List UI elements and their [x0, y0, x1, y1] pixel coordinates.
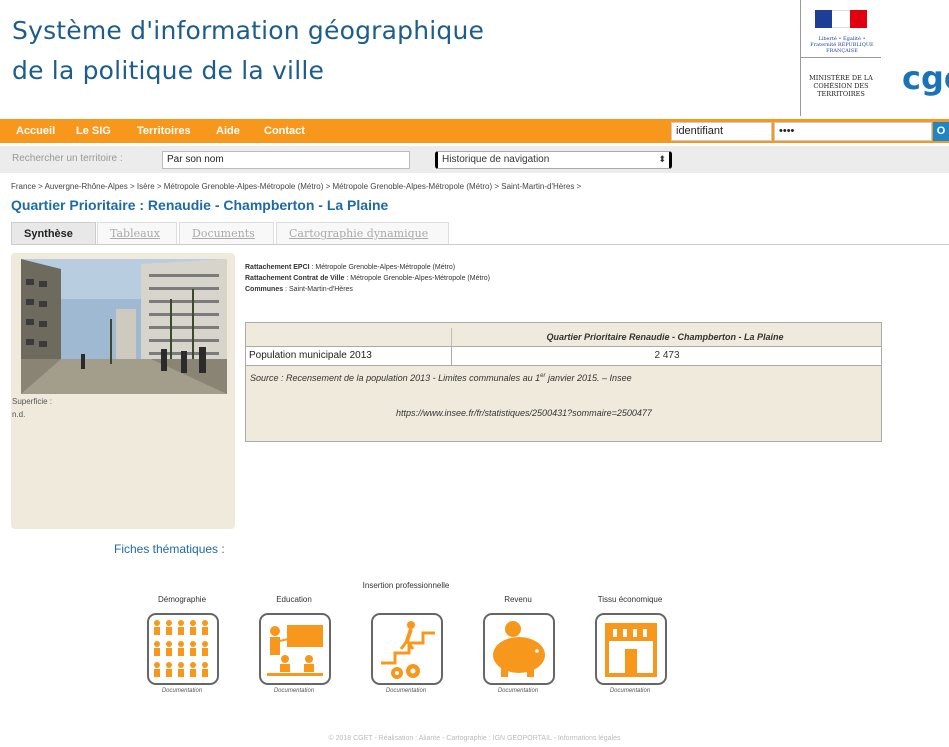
- epci-label: Rattachement EPCI: [245, 264, 310, 271]
- password-field[interactable]: ••••: [774, 122, 932, 141]
- theme-name: Démographie: [157, 595, 207, 604]
- communes-value: : Saint-Martin-d'Hères: [283, 286, 353, 293]
- row-value: 2 473: [451, 347, 882, 365]
- documentation-link[interactable]: Documentation: [585, 688, 675, 694]
- ministere-logo: MINISTÈRE DE LA COHÉSION DES TERRITOIRES: [800, 58, 881, 116]
- nav-le-sig[interactable]: Le SIG: [76, 119, 111, 143]
- tab-synthese[interactable]: Synthèse: [11, 222, 96, 244]
- login-button[interactable]: O: [933, 122, 949, 141]
- row-label: Population municipale 2013: [249, 350, 372, 361]
- territory-search-input[interactable]: Par son nom: [162, 151, 410, 169]
- contrat-info: Rattachement Contrat de Ville : Métropol…: [245, 275, 490, 282]
- table-header: Quartier Prioritaire Renaudie - Champber…: [451, 328, 878, 346]
- population-table: Quartier Prioritaire Renaudie - Champber…: [245, 322, 882, 442]
- table-row: Population municipale 2013 2 473: [246, 346, 881, 366]
- documentation-link[interactable]: Documentation: [473, 688, 563, 694]
- search-bar: Rechercher un territoire : Par son nom H…: [0, 146, 949, 173]
- theme-name: Insertion professionnelle: [362, 581, 450, 590]
- superficie-label: Superficie :: [12, 397, 53, 406]
- tab-cartographie[interactable]: Cartographie dynamique: [276, 222, 449, 244]
- documentation-link[interactable]: Documentation: [249, 688, 339, 694]
- main-navbar: Accueil Le SIG Territoires Aide Contact …: [0, 119, 949, 143]
- source-post: janvier 2015. – Insee: [545, 373, 632, 383]
- site-title-line2: de la politique de la ville: [12, 56, 325, 85]
- page-title: Quartier Prioritaire : Renaudie - Champb…: [11, 197, 389, 213]
- search-label: Rechercher un territoire :: [12, 153, 123, 164]
- contrat-value: : Métropole Grenoble-Alpes-Métropole (Mé…: [344, 275, 490, 282]
- documentation-link[interactable]: Documentation: [361, 688, 451, 694]
- communes-info: Communes : Saint-Martin-d'Hères: [245, 286, 353, 293]
- piggy-bank-icon[interactable]: [483, 613, 555, 685]
- french-flag-icon: [815, 10, 867, 28]
- contrat-label: Rattachement Contrat de Ville: [245, 275, 345, 282]
- nav-territoires[interactable]: Territoires: [137, 119, 191, 143]
- nav-accueil[interactable]: Accueil: [16, 119, 55, 143]
- theme-name: Revenu: [504, 595, 532, 604]
- fiches-title: Fiches thématiques :: [114, 542, 225, 556]
- nav-aide[interactable]: Aide: [216, 119, 240, 143]
- ministere-label: MINISTÈRE DE LA COHÉSION DES TERRITOIRES: [809, 74, 873, 98]
- cget-logo: cge: [902, 59, 949, 97]
- marianne-label: Liberté • Égalité • Fraternité RÉPUBLIQU…: [810, 36, 874, 54]
- quartier-photo: [21, 259, 227, 394]
- theme-name: Tissu économique: [597, 595, 663, 604]
- classroom-icon[interactable]: [259, 613, 331, 685]
- republique-francaise-logo: Liberté • Égalité • Fraternité RÉPUBLIQU…: [800, 0, 881, 58]
- tab-documents[interactable]: Documents: [179, 222, 274, 244]
- nav-contact[interactable]: Contact: [264, 119, 305, 143]
- career-icon[interactable]: [371, 613, 443, 685]
- territory-side-panel: [11, 253, 235, 529]
- source-pre: Source : Recensement de la population 20…: [250, 373, 541, 383]
- table-source: Source : Recensement de la population 20…: [250, 373, 632, 383]
- history-select[interactable]: Historique de navigation ⬍: [435, 151, 672, 169]
- communes-label: Communes: [245, 286, 284, 293]
- breadcrumb[interactable]: France > Auvergne-Rhône-Alpes > Isère > …: [11, 182, 581, 191]
- population-icon[interactable]: [147, 613, 219, 685]
- site-title-line1: Système d'information géographique: [12, 16, 485, 45]
- documentation-link[interactable]: Documentation: [137, 688, 227, 694]
- superficie-value: n.d.: [12, 410, 26, 419]
- tab-bar: Synthèse Tableaux Documents Cartographie…: [11, 222, 949, 245]
- footer: © 2018 CGET - Réalisation : Aliante - Ca…: [328, 735, 621, 742]
- history-select-label: Historique de navigation: [442, 154, 550, 165]
- shop-icon[interactable]: [595, 613, 667, 685]
- epci-info: Rattachement EPCI : Métropole Grenoble-A…: [245, 264, 455, 271]
- tab-tableaux[interactable]: Tableaux: [97, 222, 177, 244]
- select-arrows-icon: ⬍: [658, 154, 666, 164]
- source-url[interactable]: https://www.insee.fr/fr/statistiques/250…: [396, 408, 652, 418]
- theme-name: Education: [276, 595, 312, 604]
- epci-value: : Métropole Grenoble-Alpes-Métropole (Mé…: [309, 264, 456, 271]
- login-field[interactable]: identifiant: [671, 122, 772, 141]
